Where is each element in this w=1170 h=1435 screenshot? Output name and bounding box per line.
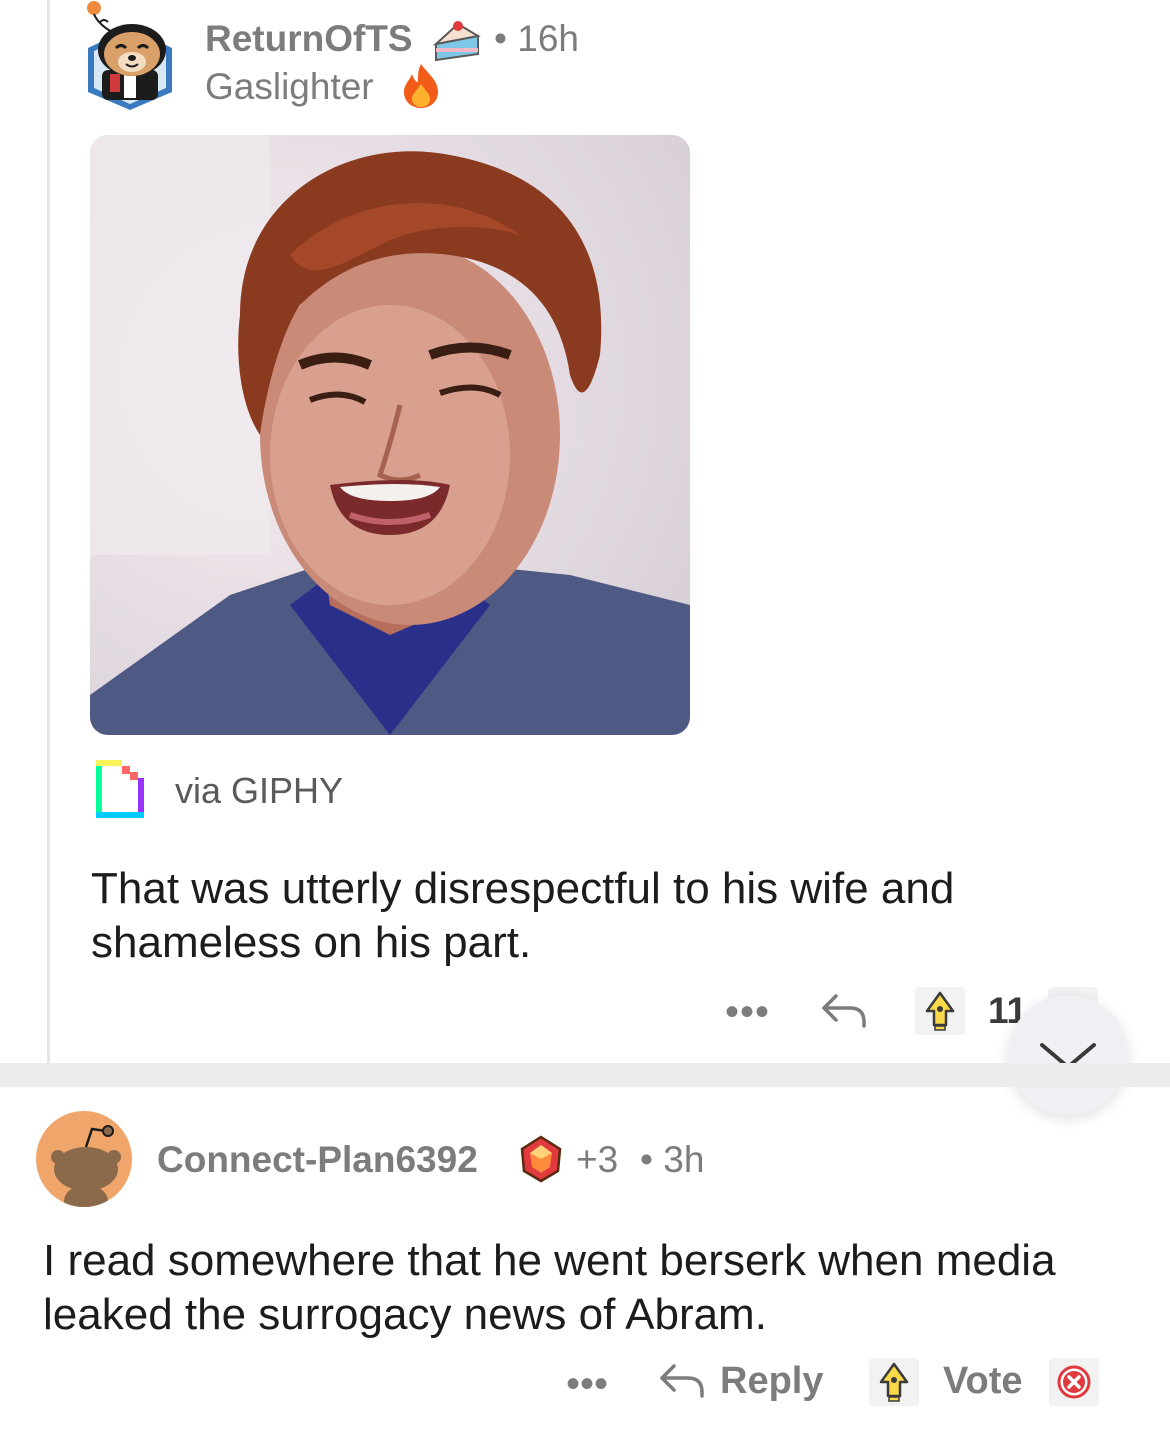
comment-body: I read somewhere that he went berserk wh… — [43, 1234, 1143, 1342]
giphy-logo-icon — [96, 760, 144, 818]
time-label: 3h — [663, 1139, 705, 1180]
more-options-button[interactable]: ••• — [725, 990, 770, 1035]
comment-body-line: shameless on his part. — [91, 918, 532, 967]
gem-award-icon[interactable] — [518, 1133, 564, 1185]
vote-label: Vote — [943, 1360, 1023, 1402]
comment-username[interactable]: Connect-Plan6392 — [157, 1139, 478, 1181]
time-label: 16h — [517, 18, 579, 59]
reply-arrow-icon[interactable] — [658, 1360, 706, 1400]
downvote-button[interactable] — [1049, 1358, 1099, 1406]
downvote-icon — [1057, 1365, 1091, 1399]
user-flair: Gaslighter — [205, 66, 374, 107]
comment-body: That was utterly disrespectful to his wi… — [91, 862, 1111, 970]
reply-arrow-icon[interactable] — [820, 990, 868, 1030]
upvote-button[interactable] — [869, 1358, 919, 1406]
avatar[interactable] — [36, 1111, 132, 1207]
cake-award-icon[interactable] — [432, 16, 482, 64]
award-count: +3 — [576, 1139, 619, 1180]
comment-body-line: That was utterly disrespectful to his wi… — [91, 864, 955, 913]
comment-timestamp: • 3h — [640, 1139, 704, 1181]
meta-separator: • — [494, 18, 507, 59]
comment-body-line: leaked the surrogacy news of Abram. — [43, 1290, 767, 1339]
comment-body-line: I read somewhere that he went berserk wh… — [43, 1236, 1056, 1285]
upvote-button[interactable] — [915, 987, 965, 1035]
comment-username[interactable]: ReturnOfTS — [205, 18, 413, 60]
comment-timestamp: • 16h — [494, 18, 579, 60]
collapse-thread-button[interactable] — [1008, 995, 1128, 1115]
gif-media[interactable] — [90, 135, 690, 735]
media-caption[interactable]: via GIPHY — [175, 770, 343, 812]
gif-image — [90, 135, 690, 735]
reply-button[interactable]: Reply — [720, 1360, 823, 1403]
more-options-button[interactable]: ••• — [566, 1362, 608, 1407]
snoo-avatar-icon — [51, 1125, 121, 1207]
meta-separator: • — [640, 1139, 653, 1180]
upvote-icon — [879, 1362, 909, 1402]
snoo-avatar-icon[interactable] — [80, 0, 180, 112]
chevron-down-icon — [1040, 1043, 1096, 1069]
comment-divider — [0, 1063, 1170, 1087]
fire-icon — [404, 64, 438, 108]
upvote-icon — [925, 991, 955, 1031]
thread-line[interactable] — [47, 0, 50, 1063]
